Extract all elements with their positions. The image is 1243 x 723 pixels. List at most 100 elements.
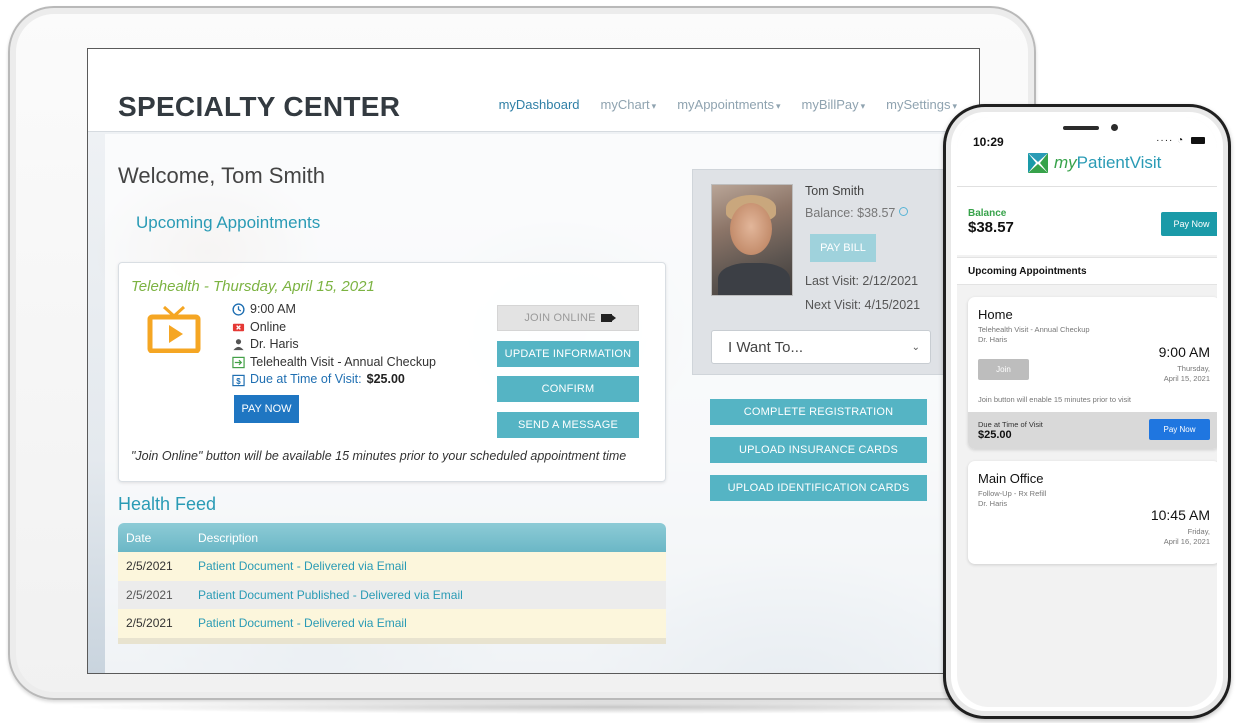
nav-dashboard[interactable]: myDashboard <box>499 97 580 112</box>
i-want-to-select[interactable]: I Want To... ⌄ <box>711 330 931 364</box>
last-visit: Last Visit: 2/12/2021 <box>805 274 919 288</box>
card-provider: Dr. Haris <box>978 335 1008 344</box>
profile-card: Tom Smith Balance: $38.57 PAY BILL Last … <box>692 169 944 375</box>
logo-mark-icon <box>1028 153 1048 173</box>
detail-due: $ Due at Time of Visit: $25.00 <box>232 371 436 389</box>
chevron-down-icon: ▾ <box>952 101 957 111</box>
nav-dashboard-label: Dashboard <box>515 97 580 112</box>
pay-now-button[interactable]: Pay Now <box>1161 212 1217 236</box>
table-row-partial <box>118 637 666 644</box>
due-value: $25.00 <box>978 429 1012 441</box>
app-logo-text: myPatientVisit <box>1054 153 1161 173</box>
appointment-card-home[interactable]: Home Telehealth Visit - Annual Checkup D… <box>968 297 1217 449</box>
table-row[interactable]: 2/5/2021 Patient Document Published - De… <box>118 580 666 609</box>
card-date-text: April 16, 2021 <box>1163 537 1210 546</box>
tablet-device: SPECIALTY CENTER myDashboard myChart ▾ my… <box>8 6 1036 700</box>
appointment-mode: Online <box>250 319 287 334</box>
card-date: Friday, April 16, 2021 <box>1164 527 1210 547</box>
balance-label: Balance <box>968 208 1007 219</box>
confirm-button[interactable]: CONFIRM <box>497 376 639 402</box>
card-day: Thursday, <box>1177 364 1210 373</box>
nav-appointments[interactable]: myAppointments ▾ <box>677 97 780 112</box>
partial-cell <box>190 637 666 644</box>
table-row[interactable]: 2/5/2021 Patient Document - Delivered vi… <box>118 609 666 638</box>
upcoming-appointments-title: Upcoming Appointments <box>136 213 321 232</box>
chevron-down-icon: ▾ <box>860 101 866 111</box>
speaker-icon <box>1063 126 1099 130</box>
tablet-screen: SPECIALTY CENTER myDashboard myChart ▾ my… <box>87 48 980 674</box>
balance-value: $38.57 <box>968 219 1014 236</box>
dollar-icon: $ <box>232 374 245 386</box>
row-date: 2/5/2021 <box>118 580 190 609</box>
phone-app-header: 10:29 ···· ◔ myPatientVisit <box>957 117 1217 187</box>
partial-cell <box>118 637 190 644</box>
appointment-card-main-office[interactable]: Main Office Follow-Up - Rx Refill Dr. Ha… <box>968 461 1217 564</box>
site-title: SPECIALTY CENTER <box>118 91 401 122</box>
column-header-description[interactable]: Description <box>190 523 666 552</box>
visit-arrow-icon <box>232 356 245 369</box>
i-want-to-value: I Want To... <box>728 338 804 356</box>
appointment-time: 9:00 AM <box>250 302 296 316</box>
health-feed-header-row: Date Description <box>118 523 666 552</box>
marketing-stage: SPECIALTY CENTER myDashboard myChart ▾ my… <box>0 0 1243 723</box>
join-online-button[interactable]: JOIN ONLINE <box>497 305 639 331</box>
health-feed-table: Date Description 2/5/2021 Patient Docume… <box>118 523 666 644</box>
card-time: 10:45 AM <box>1150 507 1210 523</box>
app-logo: myPatientVisit <box>1028 153 1161 173</box>
join-note: Join button will enable 15 minutes prior… <box>978 395 1131 404</box>
chevron-down-icon: ⌄ <box>911 342 920 353</box>
health-feed-title: Health Feed <box>118 494 217 514</box>
update-information-button[interactable]: UPDATE INFORMATION <box>497 341 639 367</box>
phone-screen: 10:29 ···· ◔ myPatientVisit Balance $38.… <box>957 117 1217 707</box>
card-provider: Dr. Haris <box>978 499 1008 508</box>
tv-icon <box>147 305 201 353</box>
upload-identification-cards-button[interactable]: UPLOAD IDENTIFICATION CARDS <box>710 475 927 501</box>
profile-balance: Balance: $38.57 <box>805 206 909 220</box>
due-label: Due at Time of Visit: <box>250 372 362 387</box>
join-online-note: "Join Online" button will be available 1… <box>131 449 627 463</box>
pay-bill-button[interactable]: PAY BILL <box>810 234 876 262</box>
join-online-label: JOIN ONLINE <box>524 312 596 324</box>
chevron-down-icon: ▾ <box>776 101 781 111</box>
video-icon <box>232 323 245 332</box>
table-row[interactable]: 2/5/2021 Patient Document - Delivered vi… <box>118 552 666 581</box>
detail-mode: Online <box>232 319 436 337</box>
wifi-icon: ◔ <box>1177 135 1185 146</box>
row-description-link[interactable]: Patient Document Published - Delivered v… <box>190 580 666 609</box>
card-subtitle: Telehealth Visit - Annual Checkup Dr. Ha… <box>978 325 1090 345</box>
card-subtitle: Follow-Up - Rx Refill Dr. Haris <box>978 489 1046 509</box>
upload-insurance-cards-button[interactable]: UPLOAD INSURANCE CARDS <box>710 437 927 463</box>
complete-registration-button[interactable]: COMPLETE REGISTRATION <box>710 399 927 425</box>
upcoming-bar: Upcoming Appointments <box>957 257 1217 285</box>
signal-icon: ···· <box>1156 135 1174 146</box>
card-visit-type: Follow-Up - Rx Refill <box>978 489 1047 498</box>
nav-billpay-label: myBillPay <box>801 97 859 112</box>
detail-provider: Dr. Haris <box>232 336 436 354</box>
card-location: Home <box>978 307 1013 322</box>
battery-icon <box>1191 136 1205 144</box>
info-icon[interactable] <box>899 207 909 216</box>
nav-billpay[interactable]: myBillPay ▾ <box>802 97 866 112</box>
phone-device: 10:29 ···· ◔ myPatientVisit Balance $38.… <box>943 104 1231 719</box>
row-description-link[interactable]: Patient Document - Delivered via Email <box>190 609 666 638</box>
detail-time: 9:00 AM <box>232 301 436 319</box>
join-button[interactable]: Join <box>978 359 1029 380</box>
pay-now-button[interactable]: PAY NOW <box>234 395 299 423</box>
card-pay-now-button[interactable]: Pay Now <box>1149 419 1210 440</box>
card-time: 9:00 AM <box>1158 344 1210 360</box>
nav-settings[interactable]: mySettings ▾ <box>886 97 957 112</box>
nav-appointments-label: myAppointments <box>677 97 775 112</box>
nav-chart[interactable]: myChart ▾ <box>601 97 657 112</box>
welcome-heading: Welcome, Tom Smith <box>118 163 326 188</box>
site-header: SPECIALTY CENTER myDashboard myChart ▾ my… <box>88 49 979 132</box>
row-date: 2/5/2021 <box>118 552 190 581</box>
row-description-link[interactable]: Patient Document - Delivered via Email <box>190 552 666 581</box>
column-header-date[interactable]: Date <box>118 523 190 552</box>
detail-visit-type: Telehealth Visit - Annual Checkup <box>232 354 436 372</box>
appointment-visit-type: Telehealth Visit - Annual Checkup <box>250 354 436 369</box>
brand-suffix: PatientVisit <box>1076 153 1162 172</box>
phone-notch <box>1019 117 1155 139</box>
profile-balance-text: Balance: $38.57 <box>805 206 896 220</box>
appointment-details: 9:00 AM Online Dr. Haris Telehealth Visi… <box>232 301 436 389</box>
send-message-button[interactable]: SEND A MESSAGE <box>497 412 639 438</box>
